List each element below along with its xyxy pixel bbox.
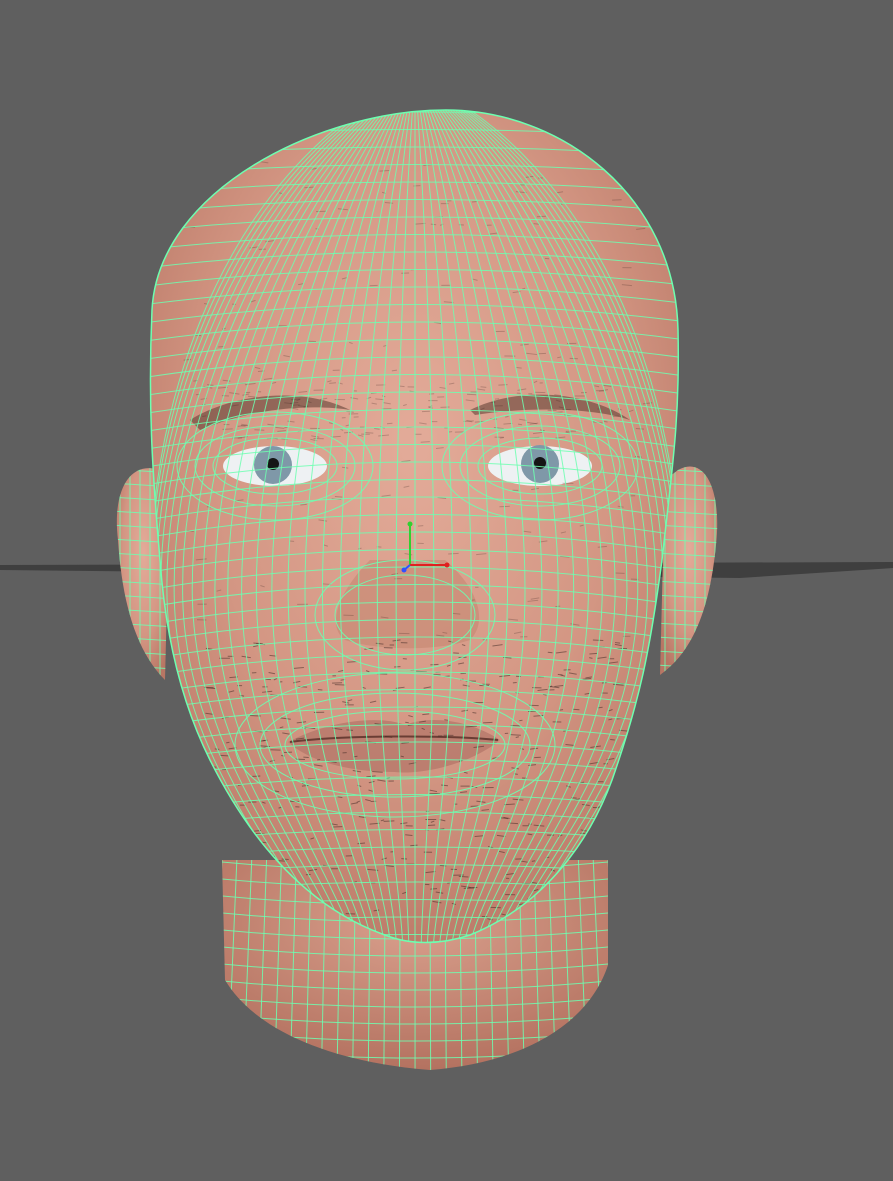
skin-texture-stroke [202, 415, 207, 418]
skin-texture-stroke [208, 878, 219, 881]
skin-texture-stroke [405, 834, 413, 836]
skin-texture-stroke [209, 911, 216, 914]
skin-texture-stroke [364, 431, 374, 434]
skin-texture-stroke [218, 159, 224, 162]
skin-texture-stroke [517, 423, 523, 426]
skin-texture-stroke [202, 816, 208, 819]
skin-texture-stroke [212, 797, 222, 799]
skin-texture-stroke [289, 402, 299, 404]
skin-texture-stroke [609, 909, 614, 912]
skin-texture-stroke [589, 652, 598, 655]
skin-texture-stroke [226, 741, 230, 744]
skin-texture-stroke [533, 223, 540, 225]
skin-texture-stroke [329, 382, 337, 384]
skin-texture-stroke [452, 612, 461, 615]
skin-texture-stroke [471, 200, 478, 203]
wireframe-edge [116, 678, 170, 680]
skin-texture-stroke [599, 850, 603, 853]
skin-texture-stroke [609, 803, 617, 806]
skin-texture-stroke [427, 824, 436, 826]
skin-texture-stroke [498, 384, 508, 386]
skin-texture-stroke [613, 901, 618, 904]
skin-texture-stroke [212, 901, 218, 904]
skin-texture-stroke [300, 503, 307, 506]
skin-texture-stroke [515, 736, 519, 738]
skin-texture-stroke [374, 428, 380, 430]
skin-texture-stroke [448, 552, 459, 555]
skin-texture-stroke [182, 205, 191, 208]
skin-texture-stroke [607, 845, 613, 848]
skin-texture-stroke [334, 495, 343, 498]
skin-texture-stroke [510, 734, 521, 736]
skin-texture-stroke [615, 859, 622, 863]
skin-texture-stroke [474, 835, 484, 837]
skin-texture-stroke [357, 842, 366, 845]
skin-texture-stroke [201, 779, 208, 782]
skin-texture-stroke [277, 430, 287, 432]
skin-texture-stroke [480, 386, 487, 388]
wireframe-edge [655, 679, 725, 683]
skin-texture-stroke [504, 803, 515, 806]
skin-texture-stroke [441, 784, 448, 787]
wireframe-edge [222, 860, 223, 1070]
skin-texture-stroke [516, 367, 522, 369]
skin-texture-stroke [460, 791, 468, 793]
skin-texture-stroke [527, 833, 533, 836]
skin-texture-stroke [317, 689, 323, 691]
skin-texture-stroke [635, 427, 645, 430]
skin-texture-stroke [410, 844, 418, 847]
skin-texture-stroke [199, 765, 209, 767]
skin-texture-stroke [240, 425, 246, 427]
skin-texture-stroke [379, 170, 390, 172]
skin-texture-stroke [422, 713, 430, 716]
skin-texture-stroke [251, 852, 257, 855]
skin-texture-stroke [444, 719, 449, 721]
skin-texture-stroke [372, 771, 383, 773]
skin-texture-stroke [466, 725, 477, 728]
skin-texture-stroke [253, 642, 263, 645]
skin-texture-stroke [547, 651, 553, 654]
skin-texture-stroke [612, 908, 624, 912]
skin-texture-stroke [589, 657, 593, 659]
skin-texture-stroke [472, 712, 477, 714]
skin-texture-stroke [337, 796, 343, 798]
skin-texture-stroke [614, 642, 621, 644]
head-mesh[interactable] [120, 100, 720, 962]
viewport-canvas[interactable] [0, 0, 893, 1181]
skin-texture-stroke [519, 719, 523, 722]
skin-texture-stroke [610, 783, 616, 785]
3d-viewport[interactable] [0, 0, 893, 1181]
skin-texture-stroke [458, 875, 469, 878]
skin-texture-stroke [243, 830, 249, 833]
skin-texture-stroke [531, 860, 536, 862]
skin-texture-stroke [420, 441, 430, 443]
wireframe-edge [607, 860, 608, 1070]
skin-texture-stroke [203, 857, 214, 860]
skin-texture-stroke [405, 721, 409, 724]
